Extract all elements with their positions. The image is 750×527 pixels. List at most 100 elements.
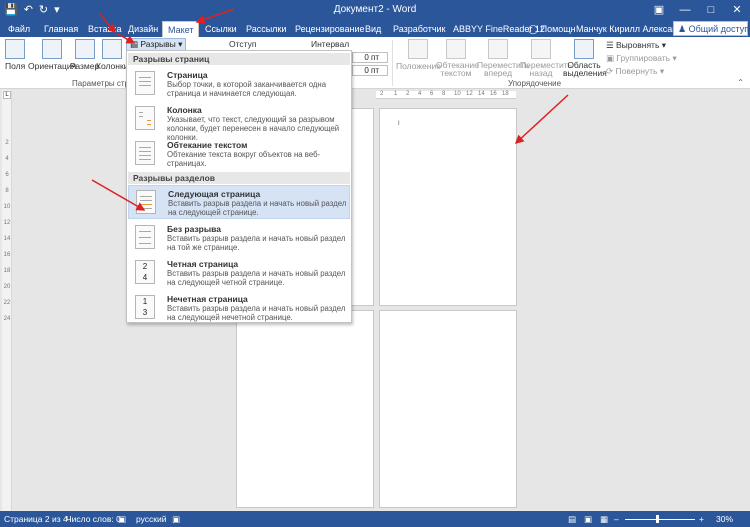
- selection-pane-button[interactable]: Область выделения: [563, 39, 607, 77]
- read-mode-icon[interactable]: ▤: [568, 514, 576, 525]
- page-3[interactable]: [236, 310, 374, 508]
- page-2[interactable]: I: [379, 108, 517, 306]
- ruler-tick: 6: [430, 91, 434, 97]
- macro-record-icon[interactable]: ▣: [172, 514, 180, 525]
- group-button[interactable]: ▣ Группировать ▾: [606, 53, 677, 64]
- vertical-ruler: L 2 4 6 8 10 12 14 16 18 20 22 24: [2, 90, 12, 511]
- horizontal-ruler: 2 1 2 4 6 8 10 12 14 16 18: [376, 91, 516, 99]
- ribbon-layout: Поля Ориентация Размер Колонки Параметры…: [0, 37, 750, 89]
- ruler-tick: 2: [406, 91, 410, 97]
- send-backward-button[interactable]: Переместить назад: [520, 39, 572, 77]
- tab-view[interactable]: Вид: [360, 21, 386, 37]
- position-button[interactable]: Положение: [396, 39, 441, 71]
- wrap-text-button[interactable]: Обтекание текстом: [436, 39, 479, 77]
- zoom-slider[interactable]: [625, 519, 695, 520]
- breaks-menu: Разрывы страниц Страница Выбор точки, в …: [126, 50, 352, 323]
- ruler-tick: 20: [3, 284, 11, 290]
- person-icon: ♟: [678, 24, 687, 34]
- ruler-tick: 8: [442, 91, 446, 97]
- menu-item-text-wrapping-break[interactable]: Обтекание текстом Обтекание текста вокру…: [128, 137, 350, 171]
- menu-item-even-page[interactable]: 24 Четная страница Вставить разрыв разде…: [128, 256, 350, 290]
- even-page-icon: 24: [135, 260, 155, 284]
- collapse-ribbon-icon[interactable]: ⌃: [737, 78, 744, 87]
- document-area[interactable]: L 2 4 6 8 10 12 14 16 18 20 22 24 2 1 2 …: [0, 90, 750, 511]
- next-page-icon: [136, 190, 156, 214]
- menu-item-next-page[interactable]: Следующая страница Вставить разрыв разде…: [128, 185, 350, 219]
- ruler-tick: 4: [418, 91, 422, 97]
- margins-button[interactable]: Поля: [5, 39, 25, 71]
- print-layout-icon[interactable]: ▣: [584, 514, 592, 525]
- breaks-icon: ▤: [130, 39, 139, 49]
- tab-mailings[interactable]: Рассылки: [241, 21, 291, 37]
- selection-pane-icon: [574, 39, 594, 59]
- rotate-icon: ⟳: [606, 66, 614, 76]
- group-separator: [392, 40, 393, 86]
- spacing-after-input[interactable]: 0 пт: [352, 65, 388, 76]
- ruler-tick: 14: [3, 236, 11, 242]
- send-backward-icon: [531, 39, 551, 59]
- position-icon: [408, 39, 429, 59]
- ruler-tick: 18: [3, 268, 11, 274]
- ruler-tick: 24: [3, 316, 11, 322]
- ruler-tick: 10: [454, 91, 461, 97]
- page-count[interactable]: Страница 2 из 4: [4, 514, 68, 524]
- text-cursor-icon: I: [398, 121, 400, 127]
- proofing-icon[interactable]: ▣: [118, 514, 126, 525]
- menu-item-page-break[interactable]: Страница Выбор точки, в которой заканчив…: [128, 67, 350, 101]
- ruler-tick: 12: [3, 220, 11, 226]
- maximize-icon[interactable]: □: [698, 0, 724, 20]
- language[interactable]: русский: [136, 514, 167, 524]
- odd-page-icon: 13: [135, 295, 155, 319]
- zoom-out-icon[interactable]: –: [614, 514, 619, 524]
- ruler-tick: 22: [3, 300, 11, 306]
- close-icon[interactable]: ✕: [724, 0, 750, 20]
- spacing-before-input[interactable]: 0 пт: [352, 52, 388, 63]
- group-icon: ▣: [606, 53, 615, 63]
- spacing-label: Интервал: [311, 39, 350, 49]
- window-title: Документ2 - Word: [333, 4, 417, 15]
- ruler-tick: 12: [466, 91, 473, 97]
- ruler-tick: 16: [3, 252, 11, 258]
- tell-me[interactable]: ◯ Помощн: [528, 21, 576, 37]
- menu-item-continuous[interactable]: Без разрыва Вставить разрыв раздела и на…: [128, 221, 350, 255]
- columns-icon: [102, 39, 123, 59]
- web-layout-icon[interactable]: ▦: [600, 514, 608, 525]
- tab-insert[interactable]: Вставка: [83, 21, 126, 37]
- menu-item-column-break[interactable]: Колонка Указывает, что текст, следующий …: [128, 102, 350, 142]
- minimize-icon[interactable]: —: [672, 0, 698, 20]
- ruler-tick: 6: [5, 172, 9, 178]
- tab-selector[interactable]: L: [3, 91, 11, 99]
- tab-file[interactable]: Файл: [3, 21, 36, 37]
- page-4[interactable]: [379, 310, 517, 508]
- column-break-icon: [135, 106, 155, 130]
- bring-forward-button[interactable]: Переместить вперед: [477, 39, 529, 77]
- bring-forward-icon: [488, 39, 508, 59]
- status-bar: Страница 2 из 4 Число слов: 0 ▣ русский …: [0, 511, 750, 527]
- tab-references[interactable]: Ссылки: [200, 21, 242, 37]
- align-button[interactable]: ☰ Выровнять ▾: [606, 40, 666, 51]
- size-icon: [74, 39, 95, 59]
- zoom-level[interactable]: 30%: [716, 514, 733, 524]
- tab-review[interactable]: Рецензирование: [290, 21, 370, 37]
- rotate-button[interactable]: ⟳ Повернуть ▾: [606, 66, 664, 77]
- margins-icon: [5, 39, 26, 59]
- columns-button[interactable]: Колонки: [96, 39, 128, 71]
- tab-layout[interactable]: Макет: [162, 21, 200, 37]
- zoom-in-icon[interactable]: +: [699, 514, 704, 524]
- menu-section-page-breaks: Разрывы страниц: [128, 53, 350, 65]
- tab-home[interactable]: Главная: [39, 21, 83, 37]
- orientation-icon: [42, 39, 63, 59]
- tab-developer[interactable]: Разработчик: [388, 21, 450, 37]
- wrap-text-icon: [446, 39, 466, 59]
- ruler-tick: 8: [5, 188, 9, 194]
- tab-design[interactable]: Дизайн: [123, 21, 163, 37]
- ruler-tick: 1: [394, 91, 398, 97]
- menu-item-odd-page[interactable]: 13 Нечетная страница Вставить разрыв раз…: [128, 291, 350, 323]
- text-wrapping-break-icon: [135, 141, 155, 165]
- ribbon-display-icon[interactable]: ▣: [646, 0, 672, 20]
- word-count[interactable]: Число слов: 0: [66, 514, 121, 524]
- title-bar: 💾 ↶ ↻ ▾ Документ2 - Word ▣ — □ ✕: [0, 0, 750, 20]
- share-button[interactable]: ♟ Общий доступ: [673, 21, 749, 36]
- zoom-slider-handle[interactable]: [656, 515, 659, 523]
- size-button[interactable]: Размер: [70, 39, 99, 71]
